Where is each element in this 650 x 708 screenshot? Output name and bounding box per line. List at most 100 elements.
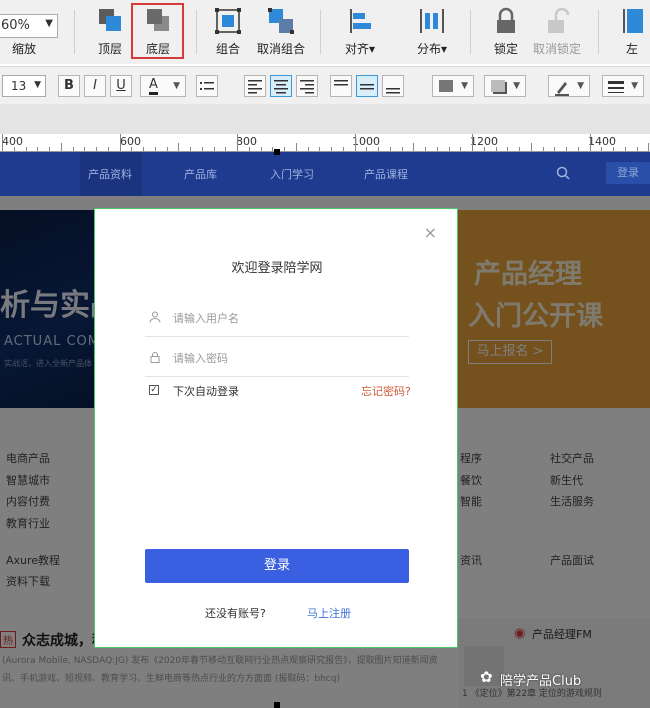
ruler-tick: [636, 147, 638, 151]
remember-checkbox[interactable]: ✓: [149, 385, 159, 395]
ruler-tick: [119, 134, 121, 151]
ruler-tick: [237, 134, 238, 151]
zoom-value: 60%: [1, 18, 30, 33]
search-icon[interactable]: [556, 166, 570, 180]
zoom-select[interactable]: 60% ▼: [0, 14, 58, 38]
font-color-icon: A: [149, 77, 158, 95]
ungroup-icon: [266, 6, 296, 36]
valign-bottom-button[interactable]: [382, 75, 404, 97]
ruler-tick: [648, 143, 650, 151]
forgot-password-link[interactable]: 忘记密码?: [361, 383, 411, 399]
group-icon: [213, 6, 243, 36]
bullet-list-button[interactable]: [196, 75, 218, 97]
ruler-tick: [284, 147, 285, 151]
align-text-left-icon: [248, 80, 262, 94]
ruler-tick: [601, 147, 603, 151]
chevron-down-icon: ▼: [45, 18, 53, 29]
password-input[interactable]: [173, 349, 393, 367]
remember-label: 下次自动登录: [173, 385, 239, 398]
align-text-center-icon: [274, 80, 288, 94]
ruler-tick: [448, 147, 450, 151]
underline-button[interactable]: U: [110, 75, 132, 97]
left-label: 左: [625, 42, 638, 56]
ruler-tick: [201, 147, 203, 151]
nav-item[interactable]: 产品库: [184, 166, 217, 182]
ruler-label: 400: [2, 135, 23, 148]
font-size-select[interactable]: 13 ▼: [2, 75, 46, 97]
divider: [598, 10, 599, 54]
register-link[interactable]: 马上注册: [307, 605, 351, 621]
ruler-tick: [401, 147, 403, 151]
ruler-tick: [131, 147, 133, 151]
password-field[interactable]: [145, 341, 409, 377]
ruler-tick: [37, 147, 39, 151]
site-navbar: 产品资料 产品库 入门学习 产品课程 登录: [0, 152, 650, 196]
shadow-icon: [491, 80, 505, 92]
divider: [196, 10, 197, 54]
selection-handle[interactable]: [274, 149, 280, 155]
ruler-tick: [436, 147, 438, 151]
distribute-icon: [417, 6, 447, 36]
ruler-tick: [248, 147, 250, 151]
zoom-label: 缩放: [12, 42, 37, 56]
left-button[interactable]: 左: [614, 6, 650, 58]
valign-middle-button[interactable]: [356, 75, 378, 97]
ruler-tick: [154, 147, 156, 151]
ruler-tick: [624, 147, 626, 151]
fill-color-icon: [439, 80, 453, 92]
bold-button[interactable]: B: [58, 75, 80, 97]
align-text-right-button[interactable]: [296, 75, 318, 97]
font-size-value: 13: [11, 79, 27, 93]
ruler-tick: [342, 147, 344, 151]
user-icon: [149, 311, 161, 323]
fill-color-select[interactable]: ▼: [432, 75, 474, 97]
chevron-down-icon: ▼: [461, 81, 468, 91]
align-button[interactable]: 对齐▾: [340, 6, 380, 58]
main-toolbar: 60% ▼ 缩放 顶层 底层 组合 取消组合 对齐▾ 分布▾ 锁定 取消锁定 左: [0, 0, 650, 64]
close-icon[interactable]: ×: [424, 223, 437, 242]
username-field[interactable]: [145, 301, 409, 337]
group-button[interactable]: 组合: [210, 6, 246, 58]
nav-login-button[interactable]: 登录: [606, 162, 650, 184]
line-color-select[interactable]: ▼: [548, 75, 590, 97]
lock-label: 锁定: [493, 42, 518, 56]
nav-item[interactable]: 产品资料: [88, 166, 132, 182]
font-color-select[interactable]: A ▼: [140, 75, 186, 97]
shadow-select[interactable]: ▼: [484, 75, 526, 97]
ruler-tick: [425, 147, 426, 151]
align-text-left-button[interactable]: [244, 75, 266, 97]
ruler-tick: [260, 147, 262, 151]
divider: [470, 10, 471, 54]
ruler-tick: [495, 147, 497, 151]
distribute-button[interactable]: 分布▾: [412, 6, 452, 58]
format-toolbar: 13 ▼ B I U A ▼ ▼ ▼ ▼ ▼: [0, 66, 650, 104]
username-input[interactable]: [173, 309, 393, 327]
bring-to-front-label: 顶层: [97, 42, 122, 56]
horizontal-ruler[interactable]: 400 600 800 1000 1200 1400: [0, 134, 650, 152]
chevron-down-icon: ▼: [631, 81, 638, 91]
unlock-button[interactable]: 取消锁定: [532, 6, 582, 58]
selection-handle[interactable]: [274, 702, 280, 708]
ruler-tick: [331, 147, 332, 151]
ungroup-button[interactable]: 取消组合: [256, 6, 306, 58]
ruler-tick: [60, 143, 62, 151]
valign-top-button[interactable]: [330, 75, 352, 97]
modal-title: 欢迎登录陪学网: [231, 261, 323, 276]
bring-to-front-button[interactable]: 顶层: [92, 6, 128, 58]
ruler-tick: [530, 143, 532, 151]
valign-middle-icon: [360, 84, 374, 90]
align-text-center-button[interactable]: [270, 75, 292, 97]
ruler-tick: [577, 147, 579, 151]
italic-button[interactable]: I: [84, 75, 106, 97]
nav-item[interactable]: 入门学习: [270, 166, 314, 182]
lock-icon: [491, 6, 521, 36]
line-width-select[interactable]: ▼: [602, 75, 644, 97]
ruler-tick: [378, 147, 379, 151]
line-width-icon: [608, 81, 624, 93]
ruler-tick: [143, 147, 144, 151]
divider: [74, 10, 75, 54]
login-submit-button[interactable]: 登录: [145, 549, 409, 583]
align-left-icon: [345, 6, 375, 36]
nav-item[interactable]: 产品课程: [364, 166, 408, 182]
lock-button[interactable]: 锁定: [488, 6, 524, 58]
